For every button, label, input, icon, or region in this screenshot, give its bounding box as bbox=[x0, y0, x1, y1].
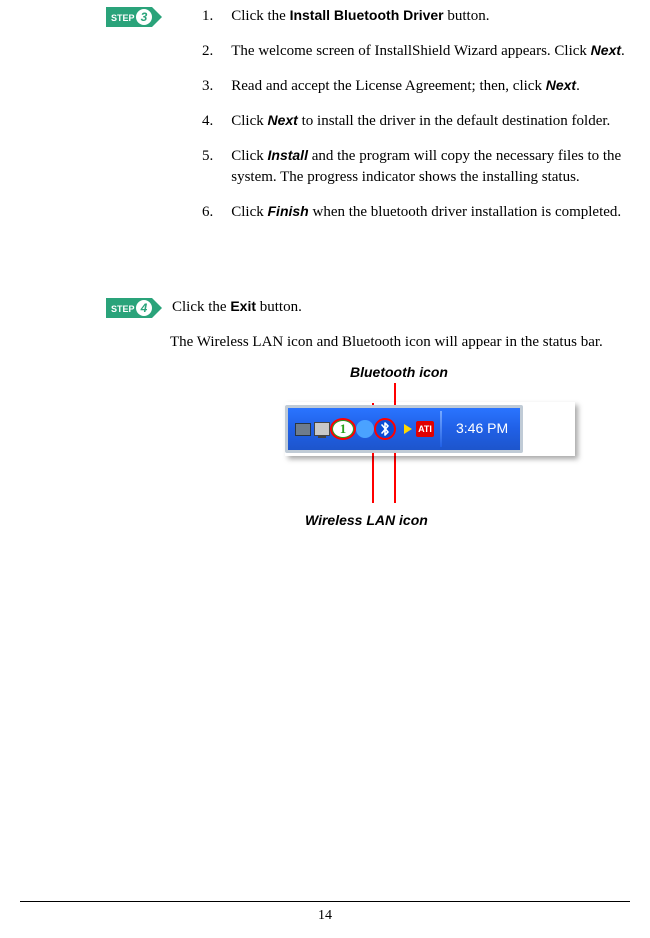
item-text: Read and accept the License Agreement; t… bbox=[213, 76, 626, 97]
page-number: 14 bbox=[0, 906, 650, 926]
list-item: 1. Click the Install Bluetooth Driver bu… bbox=[172, 6, 626, 27]
step3-list: 1. Click the Install Bluetooth Driver bu… bbox=[172, 6, 626, 223]
list-item: 5. Click Install and the program will co… bbox=[172, 146, 626, 188]
tray-container: 1 ATI 3:46 PM bbox=[285, 405, 523, 453]
item-text: Click Finish when the bluetooth driver i… bbox=[213, 202, 626, 223]
clock[interactable]: 3:46 PM bbox=[446, 419, 514, 439]
tray-separator bbox=[440, 411, 442, 447]
speaker-icon[interactable] bbox=[396, 420, 414, 438]
tray-diagram: Bluetooth icon 1 ATI 3:46 PM Wireless LA… bbox=[20, 363, 630, 543]
step4-badge: STEP 4 bbox=[106, 298, 162, 318]
step3-badge-text: STEP bbox=[111, 13, 135, 23]
bluetooth-icon-label: Bluetooth icon bbox=[350, 363, 448, 383]
network-monitor-icon[interactable] bbox=[294, 420, 312, 438]
footer-rule bbox=[20, 901, 630, 902]
list-item: 2. The welcome screen of InstallShield W… bbox=[172, 41, 626, 62]
step4-line: Click the Exit button. bbox=[172, 297, 630, 318]
item-num: 4. bbox=[172, 111, 213, 132]
item-num: 2. bbox=[172, 41, 213, 62]
list-item: 6. Click Finish when the bluetooth drive… bbox=[172, 202, 626, 223]
item-num: 1. bbox=[172, 6, 213, 27]
step4-badge-text: STEP bbox=[111, 304, 135, 314]
item-text: Click Next to install the driver in the … bbox=[213, 111, 626, 132]
item-num: 6. bbox=[172, 202, 213, 223]
step4-paragraph: The Wireless LAN icon and Bluetooth icon… bbox=[170, 332, 630, 353]
step4-block: STEP 4 Click the Exit button. bbox=[20, 297, 630, 318]
step4-badge-num: 4 bbox=[140, 301, 148, 315]
ati-icon[interactable]: ATI bbox=[416, 421, 434, 437]
item-text: The welcome screen of InstallShield Wiza… bbox=[213, 41, 626, 62]
step3-body: 1. Click the Install Bluetooth Driver bu… bbox=[172, 6, 630, 237]
step3-block: STEP 3 1. Click the Install Bluetooth Dr… bbox=[20, 6, 630, 237]
step3-badge: STEP 3 bbox=[106, 7, 162, 27]
manual-page: STEP 3 1. Click the Install Bluetooth Dr… bbox=[0, 0, 650, 938]
step3-badge-num: 3 bbox=[141, 10, 148, 24]
list-item: 3. Read and accept the License Agreement… bbox=[172, 76, 626, 97]
bluetooth-icon[interactable] bbox=[376, 420, 394, 438]
item-num: 3. bbox=[172, 76, 213, 97]
item-text: Click the Install Bluetooth Driver butto… bbox=[213, 6, 626, 27]
wireless-lan-icon[interactable]: 1 bbox=[332, 420, 354, 438]
list-item: 4. Click Next to install the driver in t… bbox=[172, 111, 626, 132]
generic-tray-icon[interactable] bbox=[356, 420, 374, 438]
display-icon[interactable] bbox=[314, 422, 330, 436]
wlan-icon-label: Wireless LAN icon bbox=[305, 511, 428, 531]
system-tray: 1 ATI 3:46 PM bbox=[285, 402, 575, 456]
item-text: Click Install and the program will copy … bbox=[213, 146, 626, 188]
item-num: 5. bbox=[172, 146, 213, 167]
